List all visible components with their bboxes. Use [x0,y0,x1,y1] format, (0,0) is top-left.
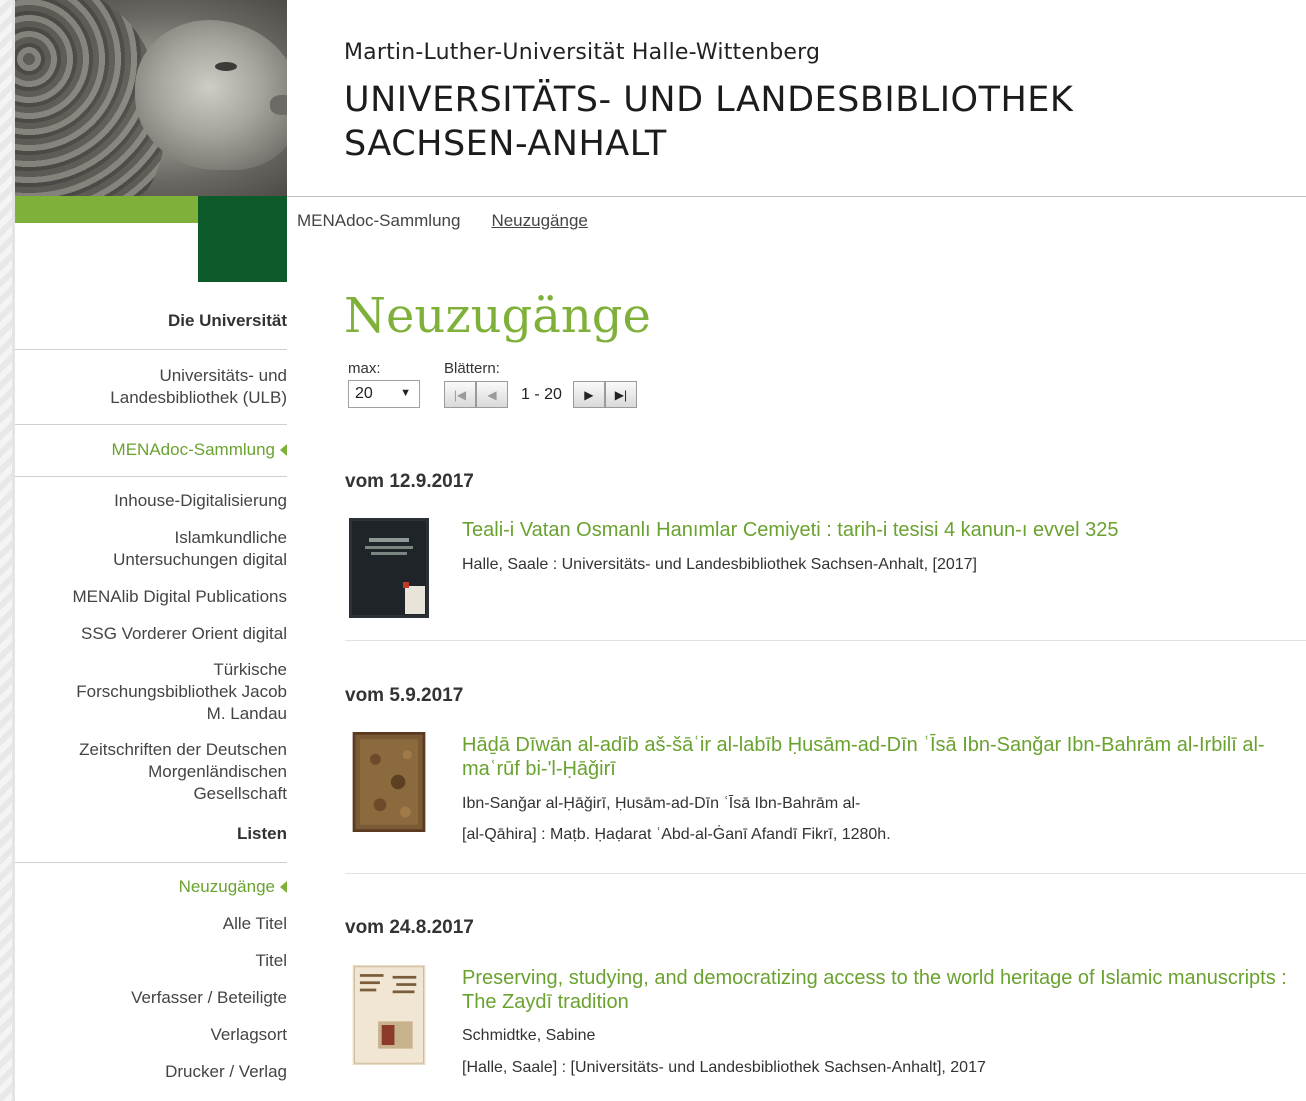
max-results-select[interactable]: 20 ▼ [348,380,420,408]
sidebar-item-islamkundliche[interactable]: Islamkundliche Untersuchungen digital [15,527,287,571]
sidebar-item-verfasser[interactable]: Verfasser / Beteiligte [15,987,287,1009]
university-name: Martin-Luther-Universität Halle-Wittenbe… [344,40,821,65]
sidebar-item-inhouse[interactable]: Inhouse-Digitalisierung [15,490,287,512]
entry-title-link[interactable]: Hāḏā Dīwān al-adīb aš-šāʿir al-labīb Ḥus… [462,733,1292,781]
sidebar-item-label: Zeitschriften der Deutschen [79,740,287,759]
sidebar-item-label: Universitäts- und [159,366,287,385]
sidebar-item-label: Forschungsbibliothek Jacob [76,682,287,701]
accent-block [198,196,287,282]
entry-divider [345,873,1306,874]
prev-page-icon[interactable]: ◀ [476,381,508,408]
entry-author: Ibn-Sanǧar al-Ḥāǧirī, Ḥusām-ad-Dīn ʿĪsā … [462,795,861,812]
sidebar-item-drucker-verlag[interactable]: Drucker / Verlag [15,1061,287,1083]
pager-label: Blättern: [444,360,500,377]
sidebar: Die Universität Universitäts- und Landes… [15,300,287,1083]
sidebar-item-label: MENAdoc-Sammlung [111,440,275,459]
entry-divider [345,640,1306,641]
sidebar-item-label: M. Landau [206,704,287,723]
page-title: Neuzugänge [344,288,651,344]
entry-title-link[interactable]: Teali-i Vatan Osmanlı Hanımlar Cemiyeti … [462,518,1292,542]
sidebar-item-titel[interactable]: Titel [15,950,288,972]
sidebar-item-menadoc[interactable]: MENAdoc-Sammlung [15,425,287,476]
sidebar-item-label: SSG Vorderer Orient digital [81,624,287,643]
pager: |◀ ◀ 1 - 20 ▶ ▶| [444,381,637,408]
entry-imprint: Halle, Saale : Universitäts- und Landesb… [462,556,977,573]
sidebar-item-zdmg[interactable]: Zeitschriften der Deutschen Morgenländis… [15,739,287,805]
entry-date: vom 24.8.2017 [345,917,474,938]
entry-author: Schmidtke, Sabine [462,1027,596,1044]
dropdown-arrow-icon: ▼ [400,387,411,399]
sidebar-item-ssg[interactable]: SSG Vorderer Orient digital [15,623,287,645]
sidebar-item-label: Landesbibliothek (ULB) [110,388,287,407]
sidebar-item-label: Morgenländischen [148,762,287,781]
entry-imprint: [Halle, Saale] : [Universitäts- und Land… [462,1059,986,1076]
breadcrumb: MENAdoc-Sammlung Neuzugänge [297,211,588,231]
page-range: 1 - 20 [521,385,562,403]
last-page-icon[interactable]: ▶| [604,381,637,408]
sidebar-item-neuzugaenge[interactable]: Neuzugänge [15,876,287,898]
sidebar-item-label: Gesellschaft [193,784,287,803]
decorative-edge [0,0,12,1101]
library-title[interactable]: UNIVERSITÄTS- UND LANDESBIBLIOTHEK SACHS… [344,78,1073,166]
sidebar-item-alle-titel[interactable]: Alle Titel [15,913,287,935]
library-title-line1: UNIVERSITÄTS- UND LANDESBIBLIOTHEK [344,80,1074,120]
sidebar-heading-universitaet[interactable]: Die Universität [15,300,287,349]
header-divider [287,196,1306,197]
sidebar-item-tuerkische[interactable]: Türkische Forschungsbibliothek Jacob M. … [15,659,287,725]
book-cover-thumbnail[interactable] [349,965,429,1065]
lion-statue-image [15,0,287,196]
sidebar-item-label: Islamkundliche [174,528,287,547]
book-cover-thumbnail[interactable] [349,518,429,618]
sidebar-item-menalib[interactable]: MENAlib Digital Publications [15,586,287,608]
entry-date: vom 12.9.2017 [345,471,474,492]
accent-bar [15,196,198,223]
breadcrumb-neuzugaenge[interactable]: Neuzugänge [491,211,587,231]
entry-imprint: [al-Qāhira] : Maṭb. Ḥaḍarat ʿAbd-al-Ġanī… [462,826,891,843]
sidebar-item-label: Türkische [213,660,287,679]
sidebar-item-label: Neuzugänge [178,877,275,896]
sidebar-item-label: MENAlib Digital Publications [72,587,287,606]
breadcrumb-menadoc[interactable]: MENAdoc-Sammlung [297,211,460,231]
sidebar-item-label: Inhouse-Digitalisierung [114,491,287,510]
entry-date: vom 5.9.2017 [345,685,464,706]
library-title-line2: SACHSEN-ANHALT [344,124,667,164]
sidebar-heading-listen[interactable]: Listen [15,823,287,862]
first-page-icon[interactable]: |◀ [444,381,476,408]
next-page-icon[interactable]: ▶ [572,381,605,408]
entry-title-link[interactable]: Preserving, studying, and democratizing … [462,966,1292,1014]
sidebar-item-ulb[interactable]: Universitäts- und Landesbibliothek (ULB) [15,350,287,424]
max-results-value: 20 [355,385,373,402]
book-cover-thumbnail[interactable] [349,732,429,832]
max-label: max: [348,360,381,377]
active-arrow-icon [280,881,287,893]
sidebar-item-verlagsort[interactable]: Verlagsort [15,1024,287,1046]
active-arrow-icon [280,444,287,456]
sidebar-item-label: Untersuchungen digital [113,550,287,569]
